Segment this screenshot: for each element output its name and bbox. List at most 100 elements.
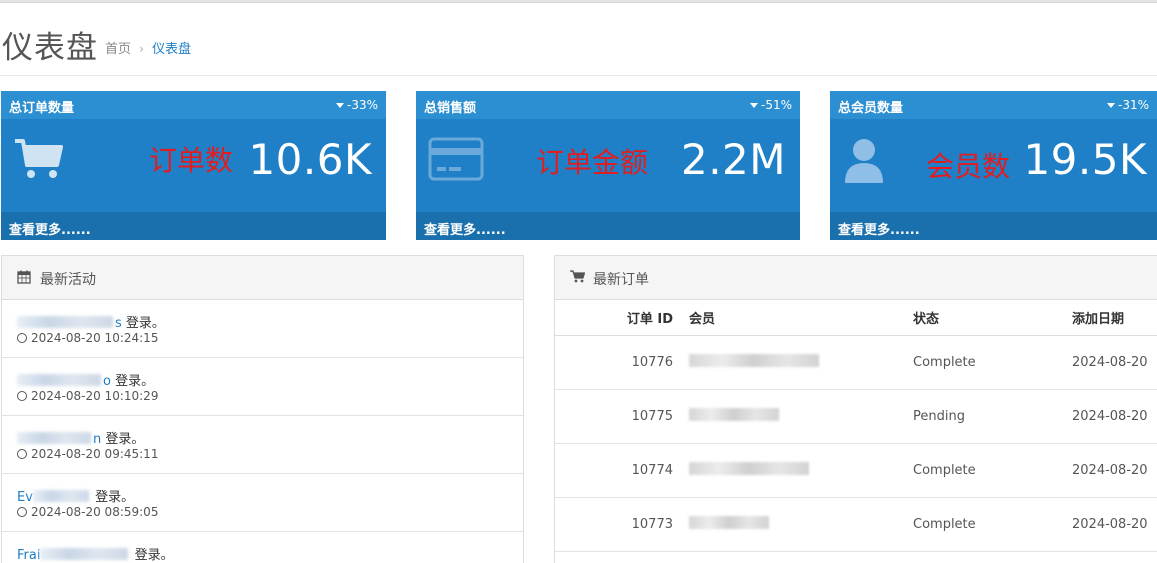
- order-status: Complete: [913, 497, 1072, 552]
- panel-title: 最新订单: [593, 272, 649, 288]
- caret-down-icon: [335, 103, 344, 108]
- tile-footer-link[interactable]: 查看更多......: [416, 212, 800, 240]
- tile-total-members: 总会员数量 -31% 会员数 19.5K 查看更多......: [830, 91, 1157, 240]
- page-title: 仪表盘: [2, 30, 98, 66]
- tile-footer-link[interactable]: 查看更多......: [1, 212, 386, 240]
- activity-action: 登录。: [134, 548, 174, 563]
- tile-change: -31%: [1106, 98, 1149, 112]
- breadcrumb: 首页 › 仪表盘: [105, 38, 191, 57]
- panel-header: 最新活动: [2, 256, 523, 300]
- order-member: [681, 335, 913, 390]
- redacted-name: [689, 461, 809, 475]
- cart-icon: [570, 270, 586, 287]
- activity-time: 2024-08-20 08:59:05: [31, 505, 159, 519]
- table-row[interactable]: 10776 Complete 2024-08-20: [555, 335, 1157, 390]
- tile-value: 10.6K: [248, 135, 372, 184]
- breadcrumb-home[interactable]: 首页: [105, 42, 131, 57]
- breadcrumb-separator: ›: [139, 42, 144, 56]
- redacted-name: [689, 515, 769, 529]
- latest-orders-panel: 最新订单 订单 ID 会员 状态 添加日期 10776 Complete 202…: [554, 255, 1157, 563]
- activity-action: 登录。: [115, 374, 155, 389]
- activity-action: 登录。: [95, 490, 135, 505]
- order-member: [681, 443, 913, 498]
- clock-icon: [17, 507, 27, 517]
- order-status: Complete: [913, 443, 1072, 498]
- activity-user-link[interactable]: o: [103, 374, 111, 389]
- tile-total-sales: 总销售额 -51% 订单金额 2.2M 查看更多......: [416, 91, 800, 240]
- clock-icon: [17, 333, 27, 343]
- tile-total-orders: 总订单数量 -33% 订单数 10.6K 查看更多......: [1, 91, 386, 240]
- activity-user-link[interactable]: n: [93, 432, 101, 447]
- order-member: [681, 497, 913, 552]
- view-more-link[interactable]: 查看更多......: [9, 219, 91, 238]
- tile-body: 会员数 19.5K: [830, 119, 1157, 212]
- activity-action: 登录。: [105, 432, 145, 447]
- order-member: [681, 389, 913, 444]
- activity-user-link[interactable]: s: [115, 316, 122, 331]
- activity-action: 登录。: [125, 316, 165, 331]
- column-status: 状态: [913, 300, 1072, 336]
- view-more-link[interactable]: 查看更多......: [424, 219, 506, 238]
- table-row[interactable]: 10774 Complete 2024-08-20: [555, 443, 1157, 498]
- order-date: 2024-08-20: [1072, 335, 1157, 390]
- activity-time: 2024-08-20 10:24:15: [31, 331, 159, 345]
- panel-title: 最新活动: [40, 272, 96, 288]
- tile-title: 总销售额: [424, 101, 477, 116]
- caret-down-icon: [1106, 103, 1115, 108]
- view-more-link[interactable]: 查看更多......: [838, 219, 920, 238]
- activity-item: o 登录。 2024-08-20 10:10:29: [2, 358, 523, 416]
- redacted-name: [40, 548, 129, 560]
- caret-down-icon: [749, 103, 758, 108]
- tile-footer-link[interactable]: 查看更多......: [830, 212, 1157, 240]
- clock-icon: [17, 449, 27, 459]
- latest-activity-panel: 最新活动 s 登录。 2024-08-20 10:24:15 o 登录。 202…: [1, 255, 524, 563]
- redacted-name: [689, 407, 779, 421]
- order-date: 2024-08-20: [1072, 443, 1157, 498]
- table-row[interactable]: 10773 Complete 2024-08-20: [555, 497, 1157, 552]
- breadcrumb-current[interactable]: 仪表盘: [152, 42, 191, 57]
- calendar-icon: [17, 270, 31, 288]
- redacted-name: [689, 353, 819, 367]
- tile-annotation: 会员数: [926, 150, 1011, 183]
- redacted-name: [17, 432, 91, 444]
- tile-title: 总会员数量: [838, 101, 904, 116]
- orders-table: 订单 ID 会员 状态 添加日期 10776 Complete 2024-08-…: [555, 300, 1157, 552]
- tile-title: 总订单数量: [9, 101, 75, 116]
- activity-user-link[interactable]: Frai: [17, 548, 40, 563]
- shopping-cart-icon: [13, 137, 65, 185]
- order-date: 2024-08-20: [1072, 389, 1157, 444]
- activity-item: Frai 登录。: [2, 532, 523, 563]
- tile-value: 19.5K: [1023, 135, 1147, 184]
- order-id: 10775: [555, 389, 681, 444]
- clock-icon: [17, 391, 27, 401]
- tile-header: 总订单数量 -33%: [1, 91, 386, 119]
- order-status: Pending: [913, 389, 1072, 444]
- table-row[interactable]: 10775 Pending 2024-08-20: [555, 389, 1157, 444]
- order-status: Complete: [913, 335, 1072, 390]
- table-header-row: 订单 ID 会员 状态 添加日期: [555, 300, 1157, 336]
- page-header: 仪表盘 首页 › 仪表盘: [0, 18, 1157, 76]
- activity-item: s 登录。 2024-08-20 10:24:15: [2, 300, 523, 358]
- tile-header: 总销售额 -51%: [416, 91, 800, 119]
- order-id: 10773: [555, 497, 681, 552]
- activity-item: Ev 登录。 2024-08-20 08:59:05: [2, 474, 523, 532]
- tile-body: 订单数 10.6K: [1, 119, 386, 212]
- column-date: 添加日期: [1072, 300, 1157, 336]
- tile-annotation: 订单数: [149, 144, 234, 177]
- column-member: 会员: [681, 300, 913, 336]
- panel-header: 最新订单: [555, 256, 1157, 300]
- user-icon: [842, 137, 886, 189]
- tile-header: 总会员数量 -31%: [830, 91, 1157, 119]
- redacted-name: [32, 490, 89, 502]
- activity-time: 2024-08-20 09:45:11: [31, 447, 159, 461]
- tile-annotation: 订单金额: [536, 146, 649, 179]
- activity-time: 2024-08-20 10:10:29: [31, 389, 159, 403]
- top-border: [0, 0, 1157, 3]
- tile-change: -33%: [335, 98, 378, 112]
- order-id: 10776: [555, 335, 681, 390]
- column-order-id: 订单 ID: [555, 300, 681, 336]
- tile-change: -51%: [749, 98, 792, 112]
- tile-value: 2.2M: [680, 135, 786, 184]
- activity-user-link[interactable]: Ev: [17, 490, 33, 505]
- redacted-name: [17, 316, 113, 328]
